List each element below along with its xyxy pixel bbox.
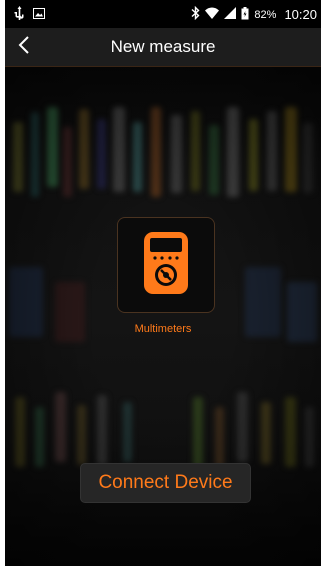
connect-device-button[interactable]: Connect Device	[80, 463, 251, 503]
multimeter-tile[interactable]	[117, 217, 215, 313]
multimeter-icon	[142, 230, 190, 301]
status-clock: 10:20	[284, 7, 317, 22]
bluetooth-icon	[191, 5, 200, 23]
page-title: New measure	[110, 37, 216, 56]
battery-percent: 82%	[254, 8, 277, 21]
main-content: Multimeters Connect Device	[5, 67, 321, 566]
battery-icon	[241, 6, 249, 23]
multimeters-label[interactable]: Multimeters	[5, 323, 321, 335]
usb-icon	[14, 6, 25, 23]
app-bar: New measure	[5, 28, 321, 67]
image-icon	[33, 7, 45, 22]
phone-screen: 82% 10:20 New measure Multimeters Connec…	[5, 0, 321, 566]
signal-icon	[224, 7, 237, 22]
wifi-icon	[205, 7, 220, 22]
status-bar: 82% 10:20	[5, 0, 321, 28]
